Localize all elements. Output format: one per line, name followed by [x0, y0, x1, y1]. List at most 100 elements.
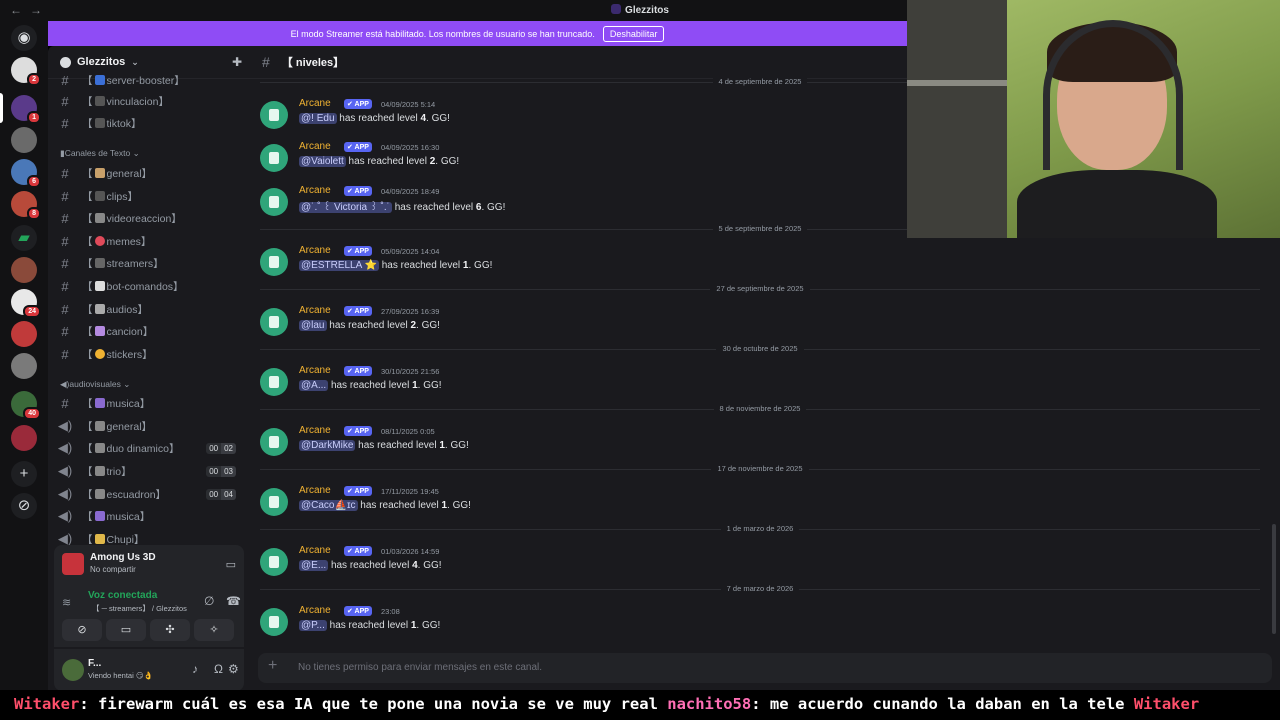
channel-item[interactable]: # 【videoreaccion】	[56, 208, 242, 228]
disable-streamer-button[interactable]: Deshabilitar	[602, 25, 665, 42]
noise-suppression-icon[interactable]: ∅	[204, 594, 214, 608]
gear-icon[interactable]: ⚙	[228, 662, 239, 676]
bot-avatar[interactable]	[260, 101, 288, 129]
voice-channel-item[interactable]: ◀) 【duo dinamico】 00 02	[56, 438, 242, 458]
bot-avatar[interactable]	[260, 428, 288, 456]
camera-off-button[interactable]: ⊘	[62, 619, 102, 641]
app-badge: ✔ APP	[344, 546, 372, 556]
username[interactable]: F...	[88, 658, 101, 669]
message[interactable]: Arcane ✔ APP 01/03/2026 14:59 @E... has rea…	[260, 544, 1160, 580]
server-icon[interactable]	[11, 425, 37, 451]
message-composer[interactable]: + No tienes permiso para enviar mensajes…	[258, 653, 1272, 683]
channel-item[interactable]: # 【memes】	[56, 231, 242, 251]
server-icon[interactable]	[11, 257, 37, 283]
bot-avatar[interactable]	[260, 368, 288, 396]
user-mention[interactable]: @Vaiolett	[299, 156, 346, 167]
server-icon[interactable]: 8	[11, 191, 41, 220]
screen-share-icon[interactable]: ▭	[226, 558, 236, 571]
bot-name[interactable]: Arcane	[299, 425, 331, 436]
microphone-icon[interactable]: ♪	[192, 662, 198, 676]
bot-avatar[interactable]	[260, 488, 288, 516]
channel-item[interactable]: # 【tiktok】	[56, 113, 242, 133]
channel-item[interactable]: # 【musica】	[56, 393, 242, 413]
message[interactable]: Arcane ✔ APP 30/10/2025 21:56 @A... has rea…	[260, 364, 1160, 400]
category-audiovisuales[interactable]: ◀)audiovisuales ⌄	[60, 379, 130, 390]
server-icon[interactable]: 40	[11, 391, 41, 420]
mention-badge: 6	[27, 175, 41, 188]
server-icon[interactable]	[11, 353, 37, 379]
voice-channel-item[interactable]: ◀) 【general】	[56, 416, 242, 436]
voice-channel-item[interactable]: ◀) 【trio】 00 03	[56, 461, 242, 481]
server-name: Glezzitos	[77, 56, 126, 68]
user-mention[interactable]: @ESTRELLA ⭐	[299, 260, 379, 271]
invite-icon[interactable]: ✚	[232, 55, 242, 69]
bot-name[interactable]: Arcane	[299, 141, 331, 152]
soundboard-button[interactable]: ✧	[194, 619, 234, 641]
activities-button[interactable]: ✣	[150, 619, 190, 641]
channel-item[interactable]: # 【audios】	[56, 299, 242, 319]
scrollbar[interactable]	[1272, 524, 1276, 634]
voice-status[interactable]: Voz conectada	[88, 590, 157, 601]
message[interactable]: Arcane ✔ APP 27/09/2025 16:39 @lau has reac…	[260, 304, 1160, 340]
bot-avatar[interactable]	[260, 308, 288, 336]
bot-name[interactable]: Arcane	[299, 305, 331, 316]
bot-avatar[interactable]	[260, 608, 288, 636]
channel-item[interactable]: # 【bot-comandos】	[56, 276, 242, 296]
folder-icon[interactable]: ▰	[11, 225, 37, 251]
discover-icon[interactable]: ⊘	[11, 493, 37, 519]
bot-name[interactable]: Arcane	[299, 185, 331, 196]
user-mention[interactable]: @DarkMike	[299, 440, 356, 451]
bot-avatar[interactable]	[260, 548, 288, 576]
bot-avatar[interactable]	[260, 188, 288, 216]
message-body: @Vaiolett has reached level 2. GG!	[299, 156, 460, 167]
user-mention[interactable]: @P...	[299, 620, 327, 631]
user-mention[interactable]: @˙.˚ ꒰ Victoria ꒱ ˚.˙	[299, 202, 392, 213]
channel-item[interactable]: # 【server-booster】	[56, 70, 242, 90]
channel-item[interactable]: # 【clips】	[56, 186, 242, 206]
signal-icon[interactable]: ≋	[62, 596, 71, 609]
message[interactable]: Arcane ✔ APP 17/11/2025 19:45 @Caco⛵ɪc has …	[260, 484, 1160, 520]
user-mention[interactable]: @E...	[299, 560, 329, 571]
user-mention[interactable]: @lau	[299, 320, 327, 331]
server-icon[interactable]: 1	[11, 95, 41, 124]
user-limit: 00 03	[206, 465, 236, 477]
bot-name[interactable]: Arcane	[299, 485, 331, 496]
channel-item[interactable]: # 【general】	[56, 163, 242, 183]
user-mention[interactable]: @A...	[299, 380, 329, 391]
voice-channel-item[interactable]: ◀) 【musica】	[56, 506, 242, 526]
message[interactable]: Arcane ✔ APP 05/09/2025 14:04 @ESTRELLA ⭐ h…	[260, 244, 1160, 280]
bot-avatar[interactable]	[260, 248, 288, 276]
message[interactable]: Arcane ✔ APP 23:08 @P... has reached level …	[260, 604, 1160, 640]
channel-item[interactable]: # 【vinculacion】	[56, 91, 242, 111]
server-icon[interactable]: 6	[11, 159, 41, 188]
add-server-icon[interactable]: +	[11, 461, 37, 487]
server-icon[interactable]	[11, 321, 37, 347]
voice-channel[interactable]: 【 ─ streamers】 / Glezzitos	[92, 603, 187, 614]
bot-name[interactable]: Arcane	[299, 98, 331, 109]
avatar[interactable]	[62, 659, 84, 681]
message[interactable]: Arcane ✔ APP 08/11/2025 0:05 @DarkMike has …	[260, 424, 1160, 460]
channel-item[interactable]: # 【stickers】	[56, 344, 242, 364]
user-mention[interactable]: @Caco⛵ɪc	[299, 500, 358, 511]
activity-panel[interactable]: Among Us 3D No compartir ▭	[54, 545, 244, 585]
webcam-overlay	[907, 0, 1280, 238]
bot-name[interactable]: Arcane	[299, 605, 331, 616]
add-attachment-icon[interactable]: +	[268, 657, 277, 675]
category-text-channels[interactable]: ▮Canales de Texto ⌄	[60, 148, 140, 159]
bot-name[interactable]: Arcane	[299, 365, 331, 376]
server-icon[interactable]: 2	[11, 57, 41, 86]
bot-avatar[interactable]	[260, 144, 288, 172]
channel-item[interactable]: # 【streamers】	[56, 253, 242, 273]
headphones-icon[interactable]: Ω	[214, 662, 223, 676]
server-icon[interactable]: 24	[11, 289, 41, 318]
bot-name[interactable]: Arcane	[299, 545, 331, 556]
server-rail: ◉ 2 1 6 8 ▰ 24 40 + ⊘	[0, 21, 48, 698]
screen-share-button[interactable]: ▭	[106, 619, 146, 641]
voice-channel-item[interactable]: ◀) 【escuadron】 00 04	[56, 484, 242, 504]
channel-item[interactable]: # 【cancion】	[56, 321, 242, 341]
disconnect-icon[interactable]: ☎	[226, 594, 241, 608]
user-mention[interactable]: @! Edu	[299, 113, 337, 124]
discord-home-icon[interactable]: ◉	[11, 25, 37, 51]
server-icon[interactable]	[11, 127, 37, 153]
bot-name[interactable]: Arcane	[299, 245, 331, 256]
